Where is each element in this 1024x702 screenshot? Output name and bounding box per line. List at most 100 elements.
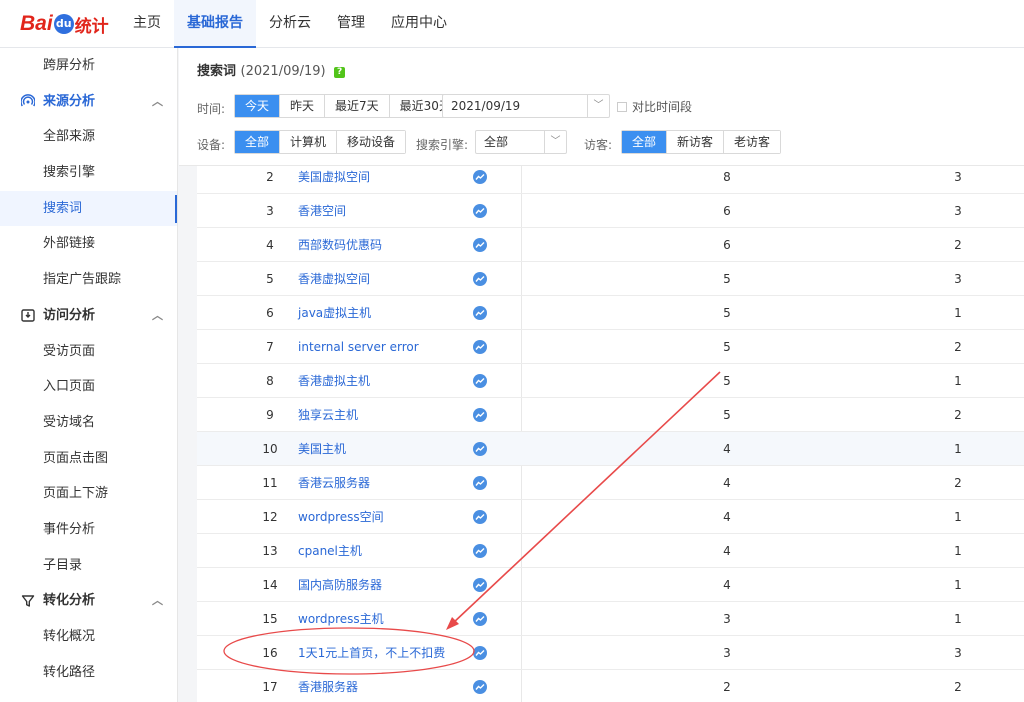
sidebar-group-conversion[interactable]: 转化分析 ︿	[0, 583, 177, 619]
table-row: 8 香港虚拟主机 5 1	[197, 364, 1024, 398]
time-today-button[interactable]: 今天	[235, 95, 280, 117]
device-mobile-button[interactable]: 移动设备	[336, 131, 406, 153]
sidebar-item-event-analysis[interactable]: 事件分析	[0, 512, 177, 548]
table-row: 13 cpanel主机 4 1	[197, 534, 1024, 568]
row-keyword-link[interactable]: java虚拟主机	[298, 296, 371, 330]
row-rank: 8	[266, 374, 274, 388]
sidebar-item-entry-pages[interactable]: 入口页面	[0, 369, 177, 405]
sidebar-group-visit[interactable]: 访问分析 ︿	[0, 298, 177, 334]
device-computer-button[interactable]: 计算机	[279, 131, 337, 153]
row-visits: 2	[954, 680, 962, 694]
row-keyword-link[interactable]: 西部数码优惠码	[298, 228, 382, 262]
row-visits: 3	[954, 272, 962, 286]
sidebar-item-visited-pages[interactable]: 受访页面	[0, 334, 177, 370]
row-visits: 1	[954, 306, 962, 320]
sidebar-item-all-sources[interactable]: 全部来源	[0, 119, 177, 155]
row-keyword-link[interactable]: 香港空间	[298, 194, 346, 228]
trend-chart-icon[interactable]	[473, 510, 487, 524]
row-keyword-link[interactable]: 香港虚拟主机	[298, 364, 370, 398]
row-keyword-link[interactable]: internal server error	[298, 330, 419, 364]
row-keyword-link[interactable]: 独享云主机	[298, 398, 358, 432]
row-keyword-link[interactable]: 香港虚拟空间	[298, 262, 370, 296]
page-title: 搜索词 (2021/09/19) ?	[197, 60, 346, 79]
trend-chart-icon[interactable]	[473, 578, 487, 592]
visitor-label: 访客:	[584, 138, 613, 152]
search-engine-select[interactable]: 全部 ﹀	[475, 130, 567, 154]
trend-chart-icon[interactable]	[473, 442, 487, 456]
time-yesterday-button[interactable]: 昨天	[279, 95, 325, 117]
row-keyword-link[interactable]: 香港云服务器	[298, 466, 370, 500]
sidebar-item-subdirectory[interactable]: 子目录	[0, 548, 177, 584]
sidebar-item-page-flow[interactable]: 页面上下游	[0, 476, 177, 512]
device-group: 全部 计算机 移动设备	[234, 130, 407, 154]
sidebar-group-source-label: 来源分析	[43, 93, 96, 109]
row-keyword-link[interactable]: cpanel主机	[298, 534, 362, 568]
row-keyword-link[interactable]: 美国主机	[298, 432, 346, 466]
trend-chart-icon[interactable]	[473, 612, 487, 626]
sidebar-item-click-map[interactable]: 页面点击图	[0, 441, 177, 477]
trend-chart-icon[interactable]	[473, 646, 487, 660]
row-rank: 6	[266, 306, 274, 320]
logo-bai-text: Bai	[20, 12, 53, 35]
sidebar-item-search-terms[interactable]: 搜索词	[0, 190, 177, 227]
trend-chart-icon[interactable]	[473, 340, 487, 354]
table-row: 12 wordpress空间 4 1	[197, 500, 1024, 534]
keyword-table: 2 美国虚拟空间 8 3 3 香港空间 6 3 4 西部数码优惠码 6 2 5 香港虚拟空间 5 3 6 java…	[197, 166, 1024, 702]
trend-chart-icon[interactable]	[473, 204, 487, 218]
sidebar-item-search-engine[interactable]: 搜索引擎	[0, 155, 177, 191]
trend-chart-icon[interactable]	[473, 680, 487, 694]
row-keyword-link[interactable]: 香港服务器	[298, 670, 358, 702]
sidebar-group-visit-label: 访问分析	[43, 307, 96, 323]
row-keyword-link[interactable]: wordpress空间	[298, 500, 384, 534]
visitor-group: 全部 新访客 老访客	[621, 130, 782, 154]
trend-chart-icon[interactable]	[473, 476, 487, 490]
sidebar-group-source[interactable]: 来源分析 ︿	[0, 84, 177, 120]
sidebar-item-conversion-path[interactable]: 转化路径	[0, 655, 177, 691]
row-keyword-link[interactable]: 1天1元上首页，不上不扣费	[298, 636, 445, 670]
row-keyword-link[interactable]: 美国虚拟空间	[298, 166, 370, 194]
row-rank: 16	[262, 646, 278, 660]
trend-chart-icon[interactable]	[473, 544, 487, 558]
funnel-icon	[20, 583, 36, 618]
row-keyword-link[interactable]: wordpress主机	[298, 602, 384, 636]
page-title-date: (2021/09/19)	[240, 64, 326, 79]
sidebar-group-conversion-label: 转化分析	[43, 593, 96, 609]
row-rank: 7	[266, 340, 274, 354]
trend-chart-icon[interactable]	[473, 374, 487, 388]
table-row: 7 internal server error 5 2	[197, 330, 1024, 364]
trend-chart-icon[interactable]	[473, 170, 487, 184]
nav-basic-reports[interactable]: 基础报告	[174, 0, 256, 48]
sidebar-item-conversion-overview[interactable]: 转化概况	[0, 619, 177, 655]
visit-box-icon	[20, 298, 36, 333]
trend-chart-icon[interactable]	[473, 272, 487, 286]
sidebar-item-visited-domains[interactable]: 受访域名	[0, 405, 177, 441]
row-rank: 10	[262, 442, 278, 456]
table-row: 11 香港云服务器 4 2	[197, 466, 1024, 500]
date-picker[interactable]: 2021/09/19 ﹀	[442, 94, 610, 118]
time-last7-button[interactable]: 最近7天	[324, 95, 389, 117]
sidebar-item-ad-tracking[interactable]: 指定广告跟踪	[0, 262, 177, 298]
nav-analysis-cloud[interactable]: 分析云	[256, 0, 324, 48]
table-row: 14 国内高防服务器 4 1	[197, 568, 1024, 602]
trend-chart-icon[interactable]	[473, 408, 487, 422]
sidebar-item-external-links[interactable]: 外部链接	[0, 226, 177, 262]
help-icon[interactable]: ?	[334, 67, 346, 78]
trend-chart-icon[interactable]	[473, 238, 487, 252]
device-all-button[interactable]: 全部	[235, 131, 280, 153]
trend-chart-icon[interactable]	[473, 306, 487, 320]
row-keyword-link[interactable]: 国内高防服务器	[298, 568, 382, 602]
row-pageviews: 4	[723, 442, 731, 456]
nav-app-center[interactable]: 应用中心	[378, 0, 460, 48]
table-row: 17 香港服务器 2 2	[197, 670, 1024, 702]
nav-home[interactable]: 主页	[120, 0, 174, 48]
row-rank: 13	[262, 544, 278, 558]
baidu-tongji-logo[interactable]: Bai du 统计	[20, 9, 109, 39]
visitor-all-button[interactable]: 全部	[622, 131, 667, 153]
row-visits: 1	[954, 374, 962, 388]
compare-period-checkbox[interactable]: 对比时间段	[617, 98, 692, 115]
visitor-returning-button[interactable]: 老访客	[723, 131, 781, 153]
sidebar-item-cross-screen[interactable]: 跨屏分析	[0, 48, 177, 84]
visitor-new-button[interactable]: 新访客	[666, 131, 724, 153]
nav-management[interactable]: 管理	[324, 0, 378, 48]
search-engine-value: 全部	[484, 135, 509, 149]
